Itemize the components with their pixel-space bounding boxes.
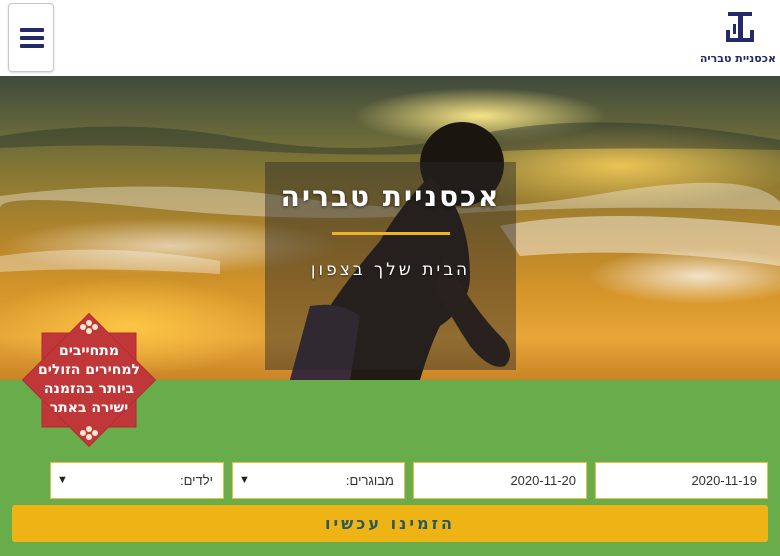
- site-logo[interactable]: אכסניית טבריה: [699, 8, 776, 68]
- checkin-date-input[interactable]: 2020-11-19: [595, 462, 768, 499]
- site-header: אכסניית טבריה: [0, 0, 780, 76]
- chevron-down-icon: ▼: [57, 474, 68, 486]
- menu-button[interactable]: [8, 3, 54, 72]
- hero-divider: [332, 232, 450, 235]
- chevron-down-icon: ▼: [239, 474, 250, 486]
- hero-title: אכסניית טבריה: [280, 180, 501, 213]
- adults-select[interactable]: מבוגרים: ▼: [232, 462, 405, 499]
- checkin-date-value: 2020-11-19: [691, 473, 757, 488]
- children-label: ילדים:: [179, 473, 213, 488]
- logo-icon: [726, 12, 754, 42]
- children-select[interactable]: ילדים: ▼: [50, 462, 224, 499]
- adults-label: מבוגרים:: [345, 473, 394, 488]
- logo-text: אכסניית טבריה: [699, 52, 776, 65]
- checkout-date-input[interactable]: 2020-11-20: [413, 462, 587, 499]
- checkout-date-value: 2020-11-20: [510, 473, 576, 488]
- price-guarantee-text: מתחייבים למחירים הזולים ביותר בהזמנה ישי…: [38, 343, 140, 416]
- hamburger-menu-icon: [20, 28, 44, 32]
- hero-subtitle: הבית שלך בצפון: [310, 260, 471, 280]
- book-now-button[interactable]: הזמינו עכשיו: [12, 505, 768, 542]
